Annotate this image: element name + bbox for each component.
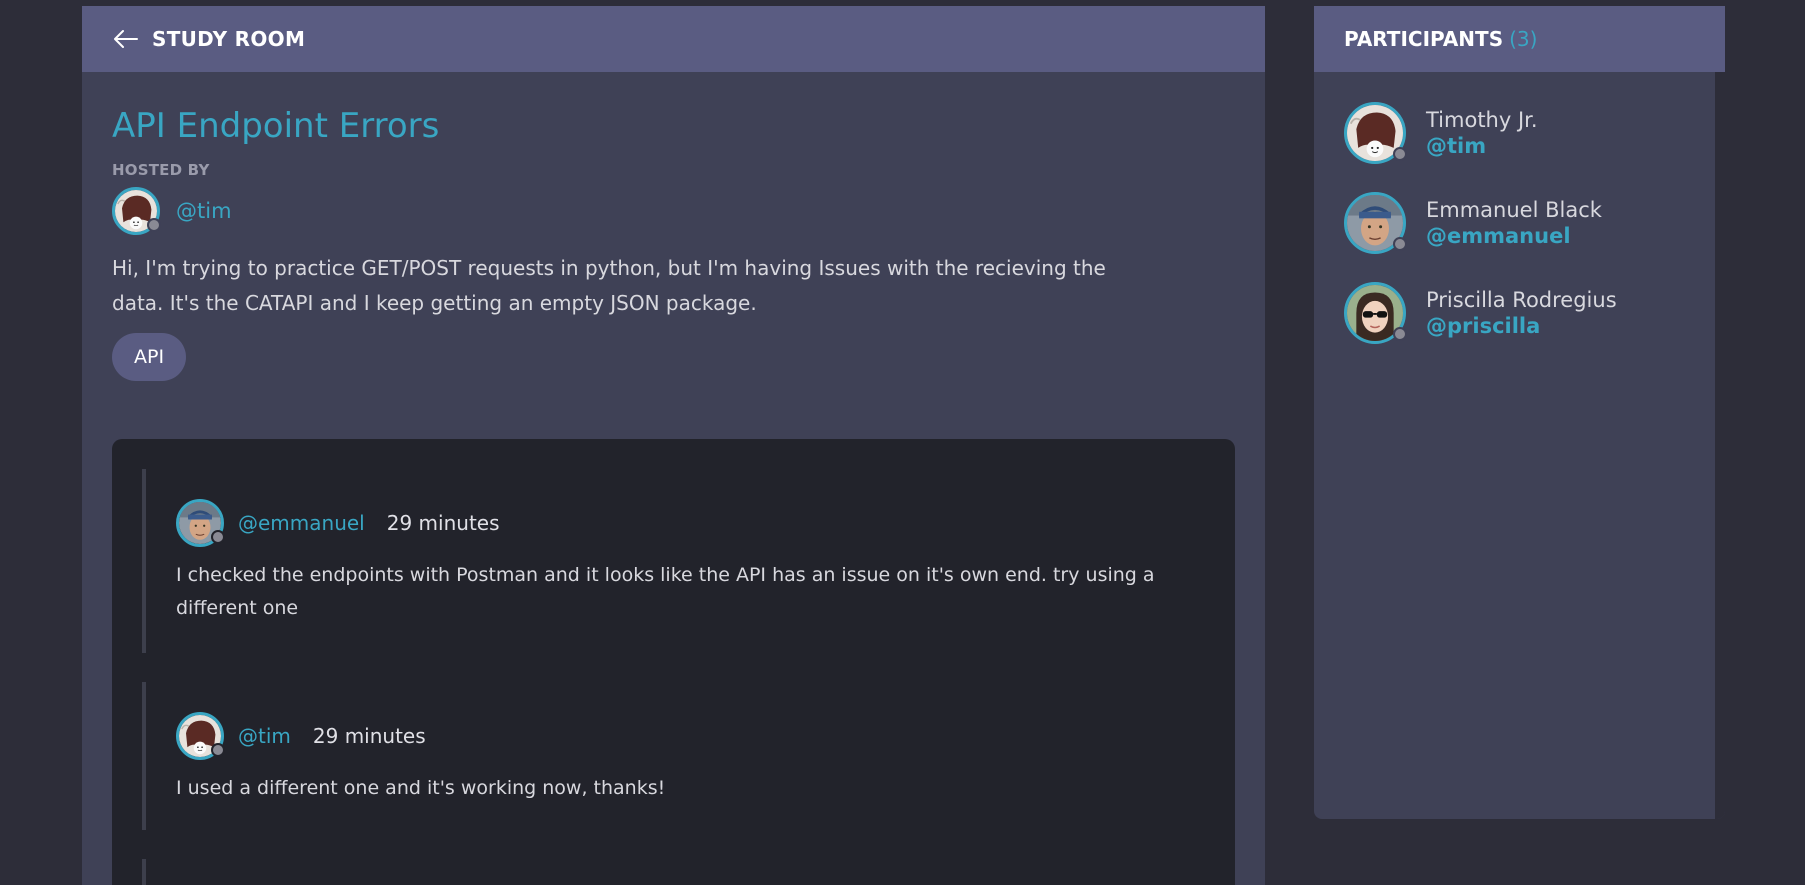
message-item: @emmanuel 29 minutes I checked the endpo… — [142, 469, 1202, 653]
hosted-by-label: HOSTED BY — [112, 160, 210, 179]
host-avatar[interactable] — [112, 186, 161, 235]
participants-title: PARTICIPANTS — [1344, 27, 1504, 51]
status-dot — [1393, 327, 1407, 341]
participants-count: (3) — [1509, 27, 1538, 51]
host-info: @tim — [112, 186, 1235, 235]
room-body: API Endpoint Errors HOSTED BY @tim Hi, I… — [82, 72, 1265, 381]
participant-name: Timothy Jr. — [1426, 108, 1538, 132]
participant-name: Priscilla Rodregius — [1426, 288, 1617, 312]
message-time: 29 minutes — [386, 511, 500, 535]
message-text: I checked the endpoints with Postman and… — [176, 564, 1155, 619]
participant-handle: @tim — [1426, 134, 1487, 158]
study-room-page: STUDY ROOM API Endpoint Errors HOSTED BY… — [0, 0, 1805, 885]
participant-item[interactable]: Emmanuel Black @emmanuel — [1344, 192, 1725, 254]
message-time: 29 minutes — [312, 724, 426, 748]
room-title: API Endpoint Errors — [112, 106, 440, 146]
status-dot — [211, 743, 225, 757]
message-header: @tim 29 minutes — [176, 712, 1202, 760]
status-dot — [147, 217, 161, 232]
participants-list: Timothy Jr. @tim Emmanuel Black @emmanue… — [1314, 72, 1725, 344]
message-user-link[interactable]: @emmanuel — [238, 511, 365, 535]
status-dot — [1393, 237, 1407, 251]
room-panel: STUDY ROOM API Endpoint Errors HOSTED BY… — [82, 6, 1265, 885]
back-arrow-icon[interactable] — [112, 28, 138, 50]
room-description: Hi, I'm trying to practice GET/POST requ… — [112, 255, 1106, 315]
participant-avatar — [1344, 282, 1407, 344]
room-header-title: STUDY ROOM — [152, 27, 306, 51]
conversation-thread[interactable]: @emmanuel 29 minutes I checked the endpo… — [112, 439, 1235, 885]
message-avatar[interactable] — [176, 712, 225, 760]
participant-names: Timothy Jr. @tim — [1426, 108, 1538, 158]
host-handle-link[interactable]: @tim — [176, 199, 232, 223]
participant-names: Priscilla Rodregius @priscilla — [1426, 288, 1617, 338]
message-text: I used a different one and it's working … — [176, 777, 666, 799]
topic-tag[interactable]: API — [112, 332, 187, 381]
participant-handle: @emmanuel — [1426, 224, 1571, 248]
participants-panel: PARTICIPANTS (3) Timothy Jr. @tim Emmanu… — [1314, 6, 1725, 819]
participant-item[interactable]: Priscilla Rodregius @priscilla — [1344, 282, 1725, 344]
participant-names: Emmanuel Black @emmanuel — [1426, 198, 1602, 248]
message-header: @emmanuel 29 minutes — [176, 499, 1202, 547]
status-dot — [211, 530, 225, 544]
participant-item[interactable]: Timothy Jr. @tim — [1344, 102, 1725, 164]
participants-header: PARTICIPANTS (3) — [1314, 6, 1725, 72]
participant-handle: @priscilla — [1426, 314, 1541, 338]
participant-avatar — [1344, 192, 1407, 254]
participant-avatar — [1344, 102, 1407, 164]
status-dot — [1393, 147, 1407, 161]
message-item: @tim 29 minutes I used a different one a… — [142, 682, 1202, 830]
message-item-partial — [142, 859, 1202, 885]
message-user-link[interactable]: @tim — [238, 724, 291, 748]
participant-name: Emmanuel Black — [1426, 198, 1602, 222]
message-avatar[interactable] — [176, 499, 225, 547]
room-header: STUDY ROOM — [82, 6, 1265, 72]
